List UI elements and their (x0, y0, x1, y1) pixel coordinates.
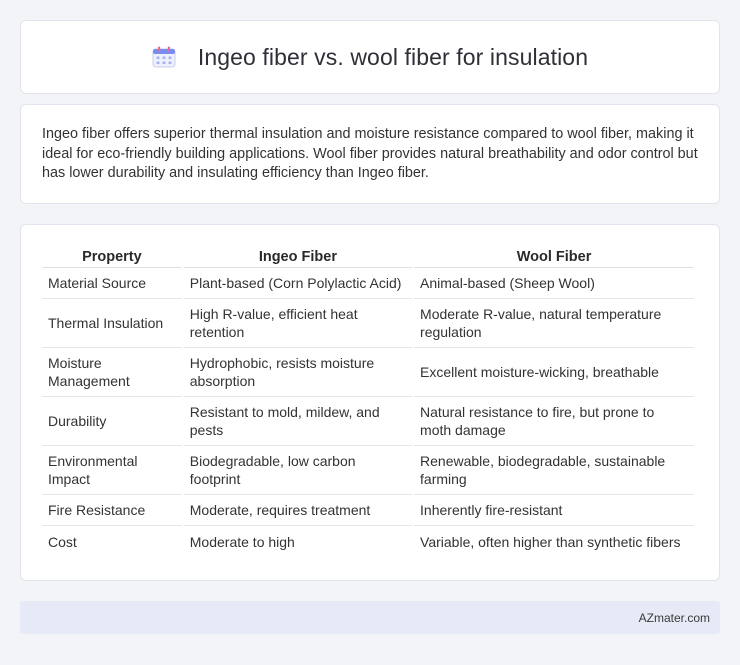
wool-cell: Natural resistance to fire, but prone to… (414, 397, 694, 446)
table-row: Cost Moderate to high Variable, often hi… (42, 526, 694, 557)
wool-cell: Variable, often higher than synthetic fi… (420, 533, 681, 550)
table-row: Moisture Management Hydrophobic, resists… (42, 348, 694, 397)
table-row: Material Source Plant-based (Corn Polyla… (42, 268, 694, 299)
wool-cell: Excellent moisture-wicking, breathable (414, 348, 694, 397)
ingeo-cell: Moderate to high (189, 533, 295, 550)
footer-site-link[interactable]: AZmater.com (639, 611, 710, 625)
property-cell: Durability (42, 397, 182, 446)
table-row: Environmental Impact Biodegradable, low … (42, 446, 694, 495)
summary-text: Ingeo fiber offers superior thermal insu… (42, 126, 698, 181)
table-row: Durability Resistant to mold, mildew, an… (42, 397, 694, 446)
footer: AZmater.com (20, 601, 720, 634)
title-card: Ingeo fiber vs. wool fiber for insulatio… (20, 20, 720, 94)
ingeo-cell: Plant-based (Corn Polylactic Acid) (183, 268, 413, 299)
title-wrap: Ingeo fiber vs. wool fiber for insulatio… (152, 44, 588, 71)
header-ingeo-fiber: Ingeo Fiber (183, 247, 413, 268)
ingeo-cell: Moderate, requires treatment (183, 495, 413, 526)
property-cell: Moisture Management (42, 348, 182, 397)
summary-card: Ingeo fiber offers superior thermal insu… (20, 104, 720, 204)
comparison-table: Property Ingeo Fiber Wool Fiber Material… (40, 247, 696, 557)
comparison-table-card: Property Ingeo Fiber Wool Fiber Material… (20, 224, 720, 581)
header-wool-fiber: Wool Fiber (414, 247, 694, 268)
ingeo-cell: Hydrophobic, resists moisture absorption (183, 348, 413, 397)
property-cell: Fire Resistance (42, 495, 182, 526)
property-cell: Environmental Impact (42, 446, 182, 495)
wool-cell: Renewable, biodegradable, sustainable fa… (414, 446, 694, 495)
wool-cell: Moderate R-value, natural temperature re… (414, 299, 694, 348)
ingeo-cell: Resistant to mold, mildew, and pests (183, 397, 413, 446)
wool-cell: Animal-based (Sheep Wool) (414, 268, 694, 299)
page-title: Ingeo fiber vs. wool fiber for insulatio… (197, 43, 589, 70)
calendar-icon (152, 46, 176, 68)
table-header-row: Property Ingeo Fiber Wool Fiber (42, 247, 694, 268)
property-cell: Material Source (42, 268, 182, 299)
table-row: Fire Resistance Moderate, requires treat… (42, 495, 694, 526)
ingeo-cell: High R-value, efficient heat retention (183, 299, 413, 348)
wool-cell: Inherently fire-resistant (414, 495, 694, 526)
header-property: Property (42, 247, 182, 268)
ingeo-cell: Biodegradable, low carbon footprint (183, 446, 413, 495)
property-cell: Thermal Insulation (42, 299, 182, 348)
property-cell: Cost (48, 533, 77, 550)
table-row: Thermal Insulation High R-value, efficie… (42, 299, 694, 348)
